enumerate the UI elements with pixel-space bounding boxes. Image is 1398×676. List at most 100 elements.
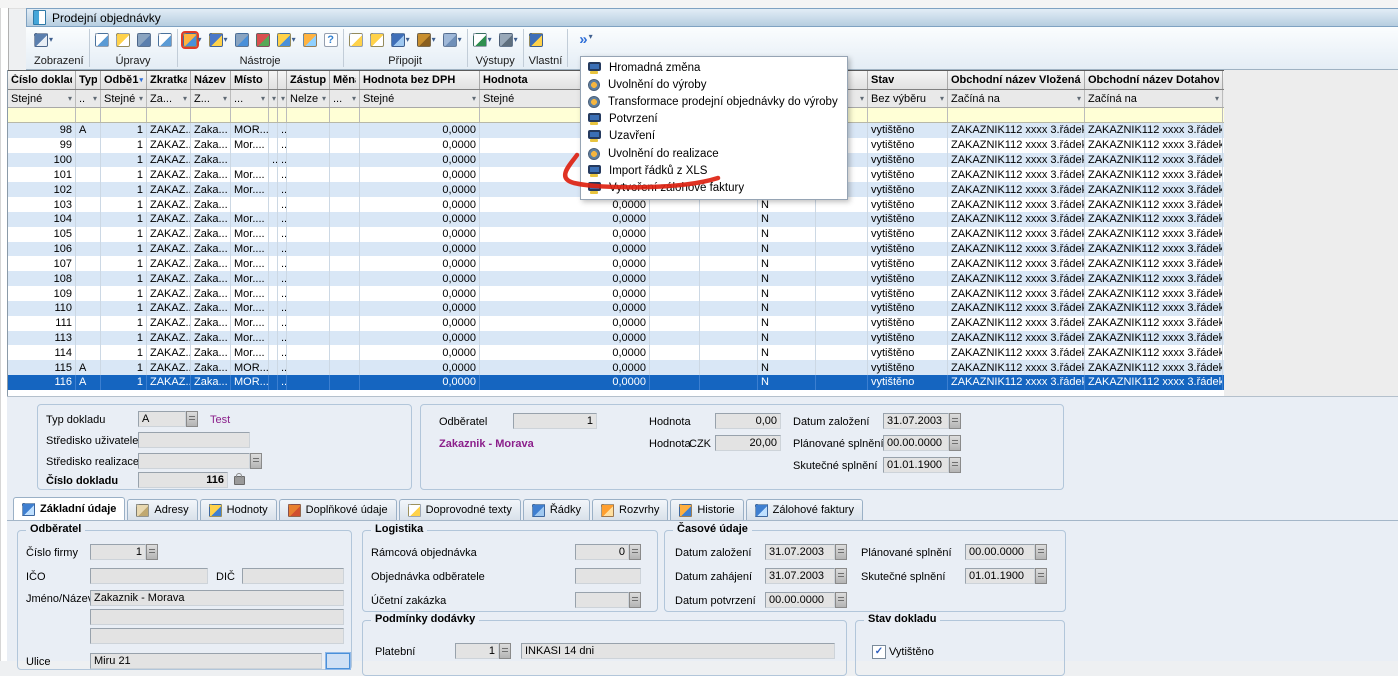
cislo-firmy-spinner[interactable]: [146, 544, 158, 560]
menu-item[interactable]: Potvrzení: [581, 111, 847, 128]
grid-row[interactable]: 1051ZAKAZ...Zaka...Mor.......0,00000,000…: [8, 227, 1224, 242]
platebni-text-field[interactable]: INKASI 14 dni: [521, 643, 835, 659]
grid-filter-cell[interactable]: Z...▾: [191, 90, 231, 107]
quick-filter-cell[interactable]: [1085, 108, 1223, 122]
quick-filter-cell[interactable]: [330, 108, 360, 122]
ramcova-field[interactable]: 0: [575, 544, 629, 560]
grid-column-header[interactable]: Zástupce: [287, 71, 330, 89]
grid-row[interactable]: 1041ZAKAZ...Zaka...Mor.......0,00000,000…: [8, 212, 1224, 227]
quick-filter-cell[interactable]: [360, 108, 480, 122]
tab-item-7[interactable]: Historie: [670, 499, 743, 520]
cislo-firmy-field[interactable]: 1: [90, 544, 146, 560]
grid-row[interactable]: 1111ZAKAZ...Zaka...Mor.......0,00000,000…: [8, 316, 1224, 331]
skutecne2-field[interactable]: 01.01.1900: [965, 568, 1035, 584]
platebni-field[interactable]: 1: [455, 643, 499, 659]
ulice-field[interactable]: Miru 21: [90, 653, 322, 669]
filter-icon-button[interactable]: ▾: [209, 33, 228, 47]
menu-item[interactable]: Vytvoření zálohové faktury: [581, 179, 847, 196]
grid-column-header[interactable]: [278, 71, 287, 89]
grid-filter-cell[interactable]: ▾: [269, 90, 278, 107]
grid-filter-cell[interactable]: ...▾: [330, 90, 360, 107]
datum-zalozeni-field[interactable]: 31.07.2003: [883, 413, 949, 429]
tab-item-8[interactable]: Zálohové faktury: [746, 499, 863, 520]
grid-column-header[interactable]: Typ: [76, 71, 101, 89]
ucetni-zakazka-field[interactable]: [575, 592, 629, 608]
stredisko-realizace-dropdown-button[interactable]: [250, 453, 262, 469]
jmeno-field[interactable]: Zakaznik - Morava: [90, 590, 344, 606]
planovane-splneni-field[interactable]: 00.00.0000: [883, 435, 949, 451]
typ-dokladu-field[interactable]: A: [138, 411, 186, 427]
custom-view-icon-button[interactable]: [529, 33, 543, 47]
datum-potvrzeni-picker-button[interactable]: [835, 592, 847, 608]
grid-row[interactable]: 1101ZAKAZ...Zaka...Mor.......0,00000,000…: [8, 301, 1224, 316]
ucetni-zakazka-dropdown-button[interactable]: [629, 592, 641, 608]
quick-filter-cell[interactable]: [269, 108, 278, 122]
datum-potvrzeni-field[interactable]: 00.00.0000: [765, 592, 835, 608]
menu-item[interactable]: Uvolnění do realizace: [581, 145, 847, 162]
grid-row[interactable]: 115A1ZAKAZ...Zaka...MOR......0,00000,000…: [8, 360, 1224, 375]
tab-item-5[interactable]: Řádky: [523, 499, 590, 520]
print-icon-button[interactable]: ▾: [499, 33, 518, 47]
grid-filter-cell[interactable]: ▾: [278, 90, 287, 107]
grid-row[interactable]: 1071ZAKAZ...Zaka...Mor.......0,00000,000…: [8, 256, 1224, 271]
address-lookup-button[interactable]: [326, 653, 350, 669]
grid-column-header[interactable]: Zkratka: [147, 71, 191, 89]
tab-item-2[interactable]: Hodnoty: [200, 499, 277, 520]
briefcase-icon-button[interactable]: ▾: [417, 33, 436, 47]
grid-column-header[interactable]: Číslo dokladu: [8, 71, 76, 89]
quick-filter-cell[interactable]: [101, 108, 147, 122]
grid-filter-cell[interactable]: Stejné▾: [360, 90, 480, 107]
clipboard-icon-button[interactable]: ▾: [443, 33, 462, 47]
exchange-icon-button[interactable]: [303, 33, 317, 47]
gear-colored-icon-button[interactable]: [256, 33, 270, 47]
tab-item-3[interactable]: Doplňkové údaje: [279, 499, 397, 520]
new-record-icon-button[interactable]: [95, 33, 109, 47]
stredisko-realizace-field[interactable]: [138, 453, 250, 469]
menu-item[interactable]: Transformace prodejní objednávky do výro…: [581, 93, 847, 110]
objednavka-odberatele-field[interactable]: [575, 568, 641, 584]
tab-item-4[interactable]: Doprovodné texty: [399, 499, 521, 520]
schedule-icon-button[interactable]: ▾: [277, 33, 296, 47]
grid-filter-cell[interactable]: Stejné▾: [8, 90, 76, 107]
quick-filter-cell[interactable]: [948, 108, 1085, 122]
grid-filter-cell[interactable]: Začíná na▾: [1085, 90, 1223, 107]
excel-export-icon-button[interactable]: ▾: [473, 33, 492, 47]
skutecne-splneni-picker-button[interactable]: [949, 457, 961, 473]
menu-item[interactable]: Uvolnění do výroby: [581, 76, 847, 93]
grid-column-header[interactable]: Místo: [231, 71, 269, 89]
view-menu-icon-button[interactable]: ▾: [34, 33, 53, 47]
note-edit-icon-button[interactable]: [349, 33, 363, 47]
quick-filter-cell[interactable]: [231, 108, 269, 122]
tab-zakladni-udaje[interactable]: Základní údaje: [13, 497, 125, 520]
grid-column-header[interactable]: Název: [191, 71, 231, 89]
menu-item[interactable]: Hromadná změna: [581, 59, 847, 76]
datum-zahajeni-picker-button[interactable]: [835, 568, 847, 584]
dic-field[interactable]: [242, 568, 344, 584]
grid-column-header[interactable]: Obchodní název Vložená: [948, 71, 1085, 89]
grid-column-header[interactable]: Hodnota bez DPH: [360, 71, 480, 89]
quick-filter-cell[interactable]: [868, 108, 948, 122]
delete-record-icon-button[interactable]: [137, 33, 151, 47]
grid-row[interactable]: 1081ZAKAZ...Zaka...Mor.......0,00000,000…: [8, 271, 1224, 286]
skutecne-splneni-field[interactable]: 01.01.1900: [883, 457, 949, 473]
group-icon-button[interactable]: [235, 33, 249, 47]
grid-filter-cell[interactable]: Bez výběru▾: [868, 90, 948, 107]
ico-field[interactable]: [90, 568, 208, 584]
datum-zahajeni-field[interactable]: 31.07.2003: [765, 568, 835, 584]
vytisteno-checkbox[interactable]: ✓: [872, 645, 886, 659]
address-line3-field[interactable]: [90, 628, 344, 644]
edit-record-icon-button[interactable]: [116, 33, 130, 47]
grid-column-header[interactable]: Odbě...1: [101, 71, 147, 89]
stredisko-uzivatele-field[interactable]: [138, 432, 250, 448]
datum-zalozeni2-field[interactable]: 31.07.2003: [765, 544, 835, 560]
grid-filter-cell[interactable]: ...▾: [231, 90, 269, 107]
grid-row[interactable]: 1141ZAKAZ...Zaka...Mor.......0,00000,000…: [8, 345, 1224, 360]
grid-row[interactable]: 116A1ZAKAZ...Zaka...MOR......0,00000,000…: [8, 375, 1224, 390]
quick-filter-cell[interactable]: [191, 108, 231, 122]
grid-filter-cell[interactable]: Stejné▾: [101, 90, 147, 107]
odberatel-field[interactable]: 1: [513, 413, 597, 429]
hodnota-czk-field[interactable]: 20,00: [715, 435, 781, 451]
ramcova-spinner[interactable]: [629, 544, 641, 560]
datum-zalozeni2-picker-button[interactable]: [835, 544, 847, 560]
quick-filter-cell[interactable]: [287, 108, 330, 122]
